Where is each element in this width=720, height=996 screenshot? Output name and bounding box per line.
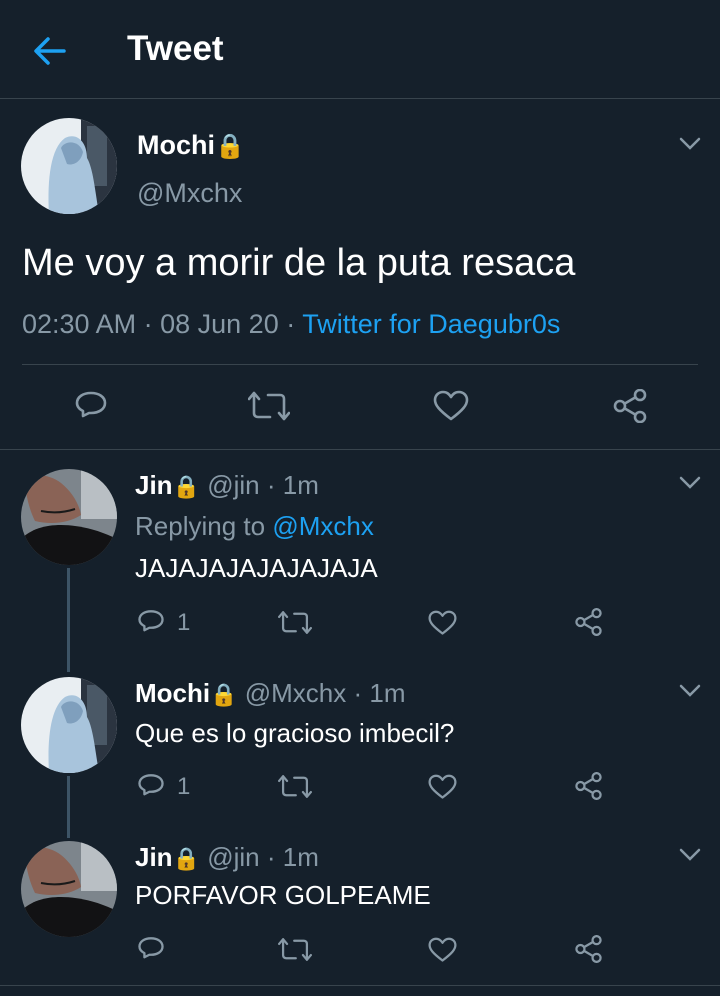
reply-icon[interactable] (74, 389, 108, 423)
user-handle[interactable]: @Mxchx (245, 678, 347, 708)
top-bar: Tweet (0, 0, 720, 99)
user-handle[interactable]: @jin (207, 470, 259, 500)
replying-to: Replying to @Mxchx (135, 511, 374, 541)
like-heart-icon[interactable] (428, 610, 457, 636)
share-icon[interactable] (574, 608, 603, 636)
tweet-date: 08 Jun 20 (160, 309, 279, 339)
reply-text: JAJAJAJAJAJAJAJA (135, 553, 378, 583)
reply-header: Jin🔒 @jin · 1m (135, 842, 319, 873)
retweet-icon[interactable] (278, 609, 312, 636)
avatar-photo-icon (21, 677, 117, 773)
retweet-icon[interactable] (278, 773, 312, 800)
lock-icon: 🔒 (172, 846, 200, 871)
avatar[interactable] (21, 469, 117, 565)
display-name[interactable]: Jin (135, 842, 173, 872)
chevron-down-icon[interactable] (679, 476, 701, 490)
separator: · (143, 309, 153, 339)
avatar-photo-icon (21, 118, 117, 214)
share-icon[interactable] (612, 389, 648, 423)
display-name[interactable]: Mochi🔒 (137, 130, 245, 161)
reply-time: · 1m (353, 678, 406, 708)
chevron-down-icon[interactable] (679, 684, 701, 698)
display-name[interactable]: Mochi (135, 678, 210, 708)
main-tweet: Mochi🔒 @Mxchx Me voy a morir de la puta … (0, 99, 720, 450)
tweet-time: 02:30 AM (22, 309, 137, 339)
reply-icon[interactable] (137, 935, 165, 963)
mention-link[interactable]: @Mxchx (272, 511, 374, 541)
reply-time: · 1m (266, 470, 319, 500)
lock-icon: 🔒 (215, 133, 245, 160)
reply-count: 1 (177, 773, 191, 800)
retweet-icon[interactable] (248, 389, 290, 423)
avatar[interactable] (21, 118, 117, 214)
avatar[interactable] (21, 841, 117, 937)
tweet-text: Me voy a morir de la puta resaca (22, 242, 576, 284)
avatar[interactable] (21, 677, 117, 773)
chevron-down-icon[interactable] (679, 137, 701, 151)
reply-icon[interactable] (137, 772, 165, 800)
avatar-photo-icon (21, 841, 117, 937)
reply-text: Que es lo gracioso imbecil? (135, 718, 455, 748)
reply-icon[interactable] (137, 608, 165, 636)
chevron-down-icon[interactable] (679, 848, 701, 862)
like-heart-icon[interactable] (428, 774, 457, 800)
lock-icon: 🔒 (172, 474, 200, 499)
share-icon[interactable] (574, 935, 603, 963)
reply-tweet[interactable]: Mochi🔒 @Mxchx · 1m Que es lo gracioso im… (0, 658, 720, 826)
tweet-meta: 02:30 AM · 08 Jun 20 · Twitter for Daegu… (22, 309, 560, 340)
divider (0, 985, 720, 986)
display-name[interactable]: Jin (135, 470, 173, 500)
user-handle[interactable]: @jin (207, 842, 259, 872)
reply-count: 1 (177, 609, 191, 636)
reply-tweet[interactable]: Jin🔒 @jin · 1m Replying to @Mxchx JAJAJA… (0, 450, 720, 658)
like-heart-icon[interactable] (433, 390, 469, 422)
retweet-icon[interactable] (278, 936, 312, 963)
share-icon[interactable] (574, 772, 603, 800)
lock-icon: 🔒 (210, 682, 238, 707)
user-handle[interactable]: @Mxchx (137, 178, 242, 209)
reply-text: PORFAVOR GOLPEAME (135, 880, 431, 910)
reply-header: Jin🔒 @jin · 1m (135, 470, 319, 501)
tweet-source-link[interactable]: Twitter for Daegubr0s (302, 309, 560, 339)
reply-time: · 1m (266, 842, 319, 872)
divider (22, 364, 698, 365)
page-title: Tweet (127, 29, 224, 68)
back-arrow-icon[interactable] (30, 33, 70, 69)
reply-header: Mochi🔒 @Mxchx · 1m (135, 678, 406, 709)
avatar-photo-icon (21, 469, 117, 565)
like-heart-icon[interactable] (428, 937, 457, 963)
separator: · (286, 309, 296, 339)
reply-tweet[interactable]: Jin🔒 @jin · 1m PORFAVOR GOLPEAME (0, 822, 720, 985)
